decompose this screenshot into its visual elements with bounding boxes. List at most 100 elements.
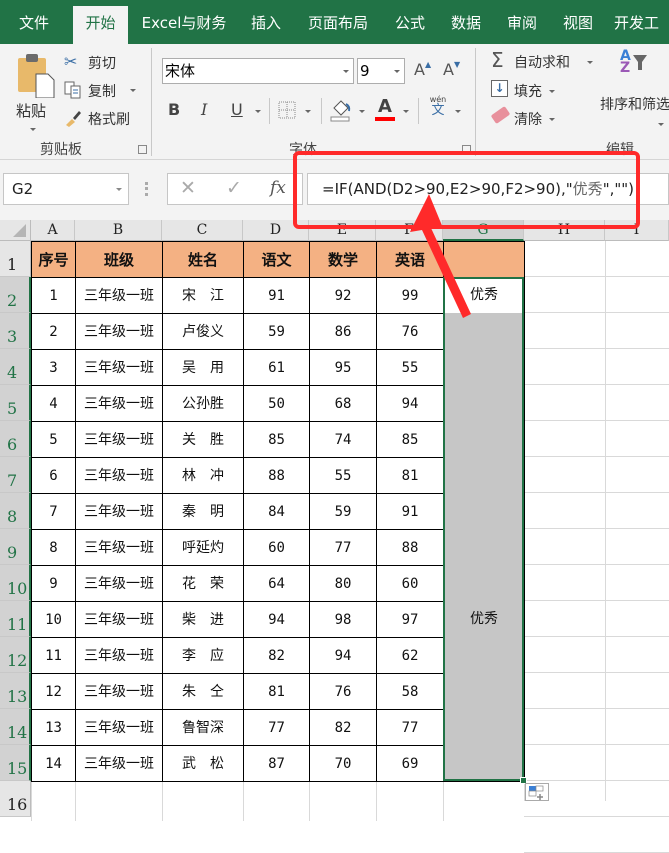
font-size-dropdown-icon[interactable] <box>394 70 400 73</box>
header-cell[interactable]: 语文 <box>243 241 310 278</box>
data-cell[interactable]: 宋 江 <box>162 277 244 314</box>
phonetic-guide-button[interactable]: wén 文 <box>427 95 449 117</box>
result-cell[interactable]: 优秀 <box>443 601 525 638</box>
paste-button[interactable]: 粘贴 <box>12 52 56 138</box>
result-cell[interactable] <box>443 493 525 530</box>
data-cell[interactable]: 三年级一班 <box>75 673 163 710</box>
cut-button[interactable]: ✂ 剪切 <box>62 52 152 72</box>
data-cell[interactable]: 85 <box>376 421 444 458</box>
formula-input[interactable]: =IF(AND(D2>90,E2>90,F2>90),"优秀","") <box>307 173 669 205</box>
autosum-dropdown-icon[interactable] <box>587 61 593 64</box>
fill-color-dropdown-icon[interactable] <box>359 110 365 113</box>
data-cell[interactable]: 82 <box>309 709 377 746</box>
data-cell[interactable]: 李 应 <box>162 637 244 674</box>
cancel-icon[interactable]: ✕ <box>180 177 196 199</box>
paste-dropdown-icon[interactable] <box>30 128 36 131</box>
data-cell[interactable]: 9 <box>31 565 76 602</box>
select-all-button[interactable] <box>0 220 31 241</box>
data-cell[interactable]: 91 <box>376 493 444 530</box>
data-cell[interactable]: 吴 用 <box>162 349 244 386</box>
result-cell[interactable] <box>443 529 525 566</box>
data-cell[interactable]: 77 <box>376 709 444 746</box>
data-cell[interactable]: 80 <box>309 565 377 602</box>
data-cell[interactable]: 14 <box>31 745 76 782</box>
data-cell[interactable]: 武 松 <box>162 745 244 782</box>
row-header[interactable]: 16 <box>0 781 31 817</box>
data-cell[interactable]: 59 <box>309 493 377 530</box>
row-header[interactable]: 8 <box>0 493 31 529</box>
result-cell[interactable] <box>443 421 525 458</box>
column-header-e[interactable]: E <box>309 220 376 241</box>
data-cell[interactable]: 三年级一班 <box>75 601 163 638</box>
row-header[interactable]: 2 <box>0 277 31 313</box>
formula-bar-resize-handle[interactable] <box>145 182 148 196</box>
clipboard-dialog-launcher-icon[interactable] <box>138 145 147 154</box>
data-cell[interactable]: 三年级一班 <box>75 745 163 782</box>
fill-color-icon[interactable] <box>330 98 352 122</box>
data-cell[interactable]: 60 <box>376 565 444 602</box>
tab-review[interactable]: 审阅 <box>500 6 544 44</box>
clear-button[interactable]: 清除 <box>490 106 570 129</box>
underline-dropdown-icon[interactable] <box>255 110 261 113</box>
data-cell[interactable]: 三年级一班 <box>75 421 163 458</box>
row-header[interactable]: 10 <box>0 565 31 601</box>
header-cell[interactable]: 英语 <box>376 241 444 278</box>
data-cell[interactable]: 6 <box>31 457 76 494</box>
borders-dropdown-icon[interactable] <box>305 110 311 113</box>
borders-icon[interactable] <box>278 101 296 119</box>
data-cell[interactable]: 2 <box>31 313 76 350</box>
data-cell[interactable]: 柴 进 <box>162 601 244 638</box>
data-cell[interactable]: 4 <box>31 385 76 422</box>
data-cell[interactable]: 76 <box>309 673 377 710</box>
result-cell[interactable] <box>443 385 525 422</box>
row-header[interactable]: 1 <box>0 241 31 277</box>
data-cell[interactable]: 三年级一班 <box>75 529 163 566</box>
row-header[interactable]: 3 <box>0 313 31 349</box>
data-cell[interactable]: 98 <box>309 601 377 638</box>
data-cell[interactable]: 三年级一班 <box>75 709 163 746</box>
data-cell[interactable]: 三年级一班 <box>75 565 163 602</box>
data-cell[interactable]: 卢俊义 <box>162 313 244 350</box>
decrease-font-size-button[interactable]: A▼ <box>443 60 460 79</box>
data-cell[interactable]: 三年级一班 <box>75 277 163 314</box>
data-cell[interactable]: 92 <box>309 277 377 314</box>
tab-insert[interactable]: 插入 <box>244 6 288 44</box>
data-cell[interactable]: 三年级一班 <box>75 457 163 494</box>
row-header[interactable]: 14 <box>0 709 31 745</box>
data-cell[interactable]: 55 <box>376 349 444 386</box>
data-cell[interactable]: 70 <box>309 745 377 782</box>
data-cell[interactable]: 朱 仝 <box>162 673 244 710</box>
data-cell[interactable]: 94 <box>309 637 377 674</box>
data-cell[interactable]: 99 <box>376 277 444 314</box>
data-cell[interactable]: 三年级一班 <box>75 493 163 530</box>
fill-dropdown-icon[interactable] <box>549 90 555 93</box>
header-cell[interactable]: 数学 <box>309 241 377 278</box>
header-cell[interactable] <box>443 241 525 278</box>
result-cell[interactable] <box>443 457 525 494</box>
data-cell[interactable]: 76 <box>376 313 444 350</box>
name-box-dropdown-icon[interactable] <box>116 188 122 191</box>
font-name-dropdown-icon[interactable] <box>343 70 349 73</box>
bold-button[interactable]: B <box>168 100 180 119</box>
data-cell[interactable]: 三年级一班 <box>75 313 163 350</box>
row-header[interactable]: 7 <box>0 457 31 493</box>
name-box[interactable]: G2 <box>3 173 129 205</box>
data-cell[interactable]: 三年级一班 <box>75 385 163 422</box>
tab-view[interactable]: 视图 <box>556 6 600 44</box>
insert-function-icon[interactable]: fx <box>270 178 286 198</box>
font-size-combobox[interactable]: 9 <box>357 58 405 84</box>
data-cell[interactable]: 公孙胜 <box>162 385 244 422</box>
autosum-button[interactable]: Σ 自动求和 <box>490 48 600 72</box>
data-cell[interactable]: 64 <box>243 565 310 602</box>
column-header-b[interactable]: B <box>75 220 162 241</box>
result-cell[interactable] <box>443 565 525 602</box>
data-cell[interactable]: 呼延灼 <box>162 529 244 566</box>
format-painter-button[interactable]: 格式刷 <box>62 108 152 128</box>
data-cell[interactable]: 58 <box>376 673 444 710</box>
increase-font-size-button[interactable]: A▲ <box>414 60 431 79</box>
result-cell[interactable] <box>443 349 525 386</box>
tab-file[interactable]: 文件 <box>6 6 62 44</box>
row-header[interactable]: 4 <box>0 349 31 385</box>
data-cell[interactable]: 关 胜 <box>162 421 244 458</box>
data-cell[interactable]: 三年级一班 <box>75 637 163 674</box>
